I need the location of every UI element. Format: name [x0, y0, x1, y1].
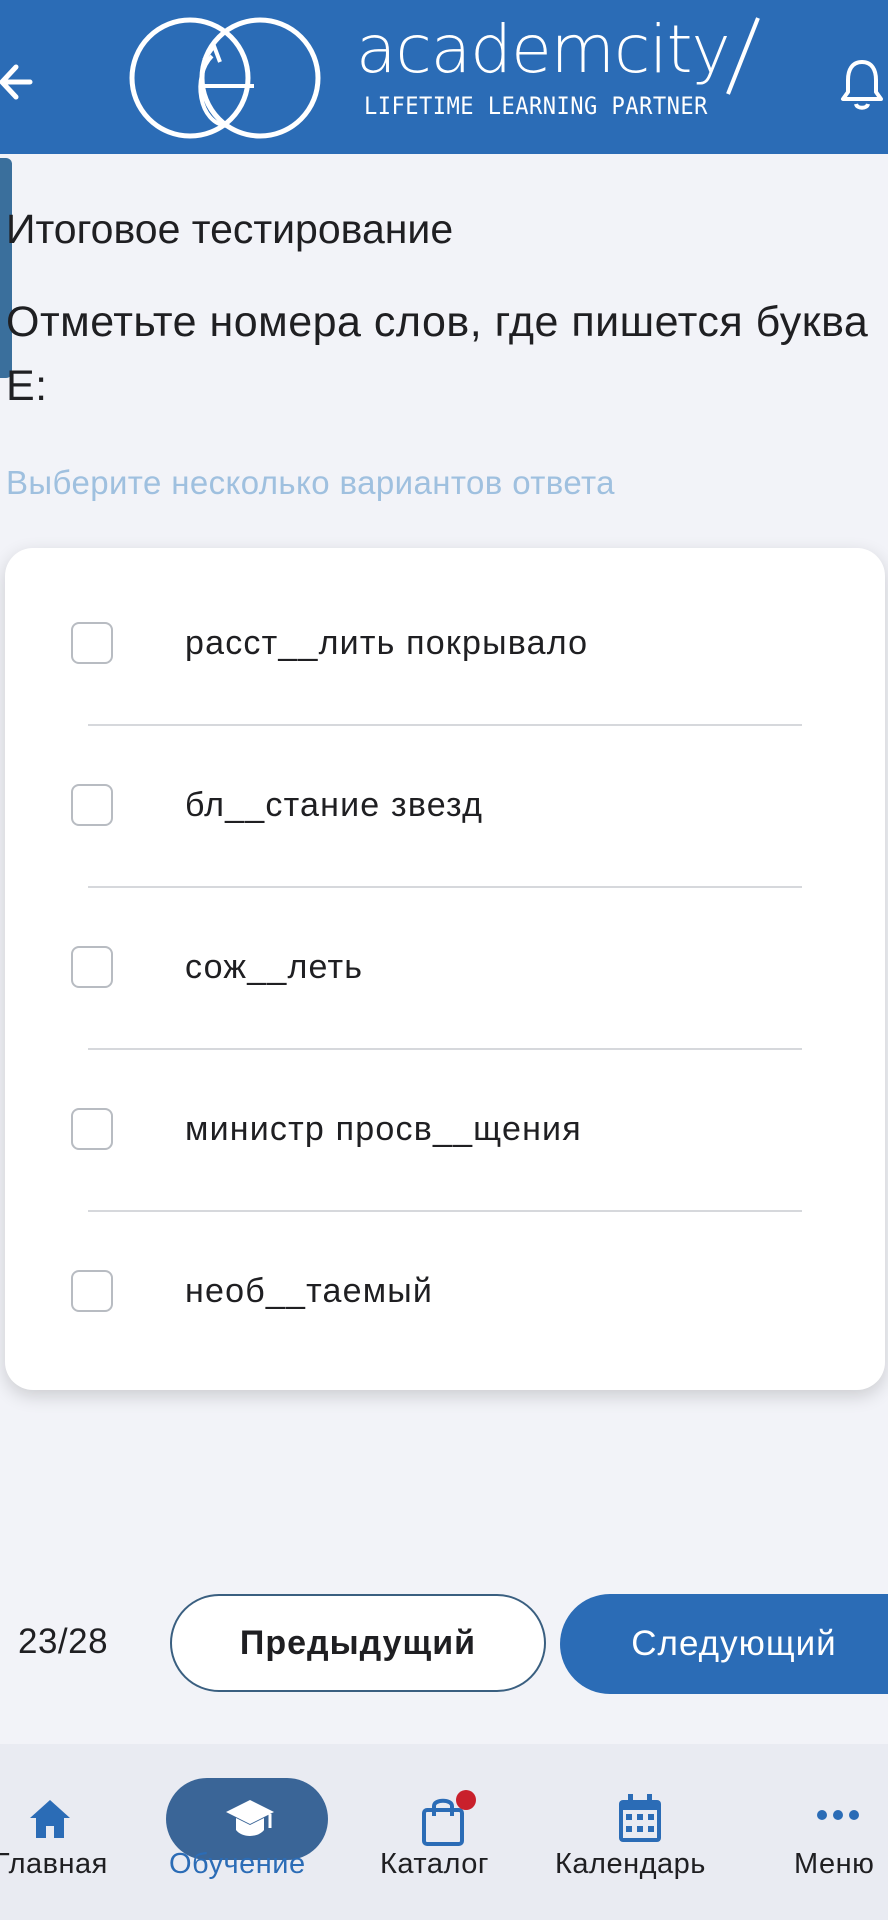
previous-button[interactable]: Предыдущий — [170, 1594, 546, 1692]
brand-name: academcity — [356, 11, 731, 88]
nav-label: Обучение — [169, 1848, 306, 1880]
graduation-cap-icon — [226, 1800, 274, 1836]
option-item[interactable]: министр просв__щения — [5, 1034, 885, 1196]
next-button[interactable]: Следующий — [560, 1594, 888, 1694]
option-checkbox[interactable] — [71, 946, 113, 988]
option-label: необ__таемый — [185, 1272, 434, 1310]
brand-tagline: LIFETIME LEARNING PARTNER — [364, 92, 708, 120]
nav-label: Меню — [794, 1848, 875, 1880]
nav-item-learning[interactable]: Обучение — [160, 1744, 340, 1920]
nav-item-home[interactable]: Главная — [0, 1744, 120, 1920]
logo-icon — [129, 17, 321, 139]
nav-item-menu[interactable]: Меню — [780, 1744, 888, 1920]
option-item[interactable]: бл__стание звезд — [5, 710, 885, 872]
option-checkbox[interactable] — [71, 784, 113, 826]
nav-label: Каталог — [380, 1848, 489, 1880]
catalog-badge — [456, 1790, 476, 1810]
question-counter: 23/28 — [18, 1622, 109, 1661]
notifications-button[interactable] — [840, 56, 884, 112]
back-button[interactable] — [0, 52, 40, 112]
calendar-icon — [619, 1794, 661, 1842]
options-card: расст__лить покрывало бл__стание звезд с… — [5, 548, 885, 1390]
brand-slash-decor — [726, 17, 760, 95]
answer-hint: Выберите несколько вариантов ответа — [6, 464, 615, 501]
nav-label: Календарь — [555, 1848, 706, 1880]
option-checkbox[interactable] — [71, 1270, 113, 1312]
page-title: Итоговое тестирование — [6, 206, 454, 252]
bell-icon — [841, 60, 883, 110]
bottom-navigation: Главная Обучение Каталог Календарь Меню — [0, 1744, 888, 1920]
nav-item-catalog[interactable]: Каталог — [376, 1744, 516, 1920]
nav-item-calendar[interactable]: Календарь — [552, 1744, 732, 1920]
option-item[interactable]: сож__леть — [5, 872, 885, 1034]
nav-label: Главная — [0, 1848, 108, 1880]
more-icon — [817, 1810, 859, 1820]
option-label: бл__стание звезд — [185, 786, 484, 824]
option-item[interactable]: необ__таемый — [5, 1196, 885, 1358]
app-header: academcity LIFETIME LEARNING PARTNER — [0, 0, 888, 154]
arrow-left-icon — [0, 64, 33, 100]
home-icon — [30, 1800, 70, 1838]
option-checkbox[interactable] — [71, 1108, 113, 1150]
option-label: министр просв__щения — [185, 1110, 582, 1148]
question-text: Отметьте номера слов, где пишется буква … — [6, 298, 869, 410]
option-label: расст__лить покрывало — [185, 624, 589, 662]
option-item[interactable]: расст__лить покрывало — [5, 548, 885, 710]
option-label: сож__леть — [185, 948, 364, 986]
option-checkbox[interactable] — [71, 622, 113, 664]
